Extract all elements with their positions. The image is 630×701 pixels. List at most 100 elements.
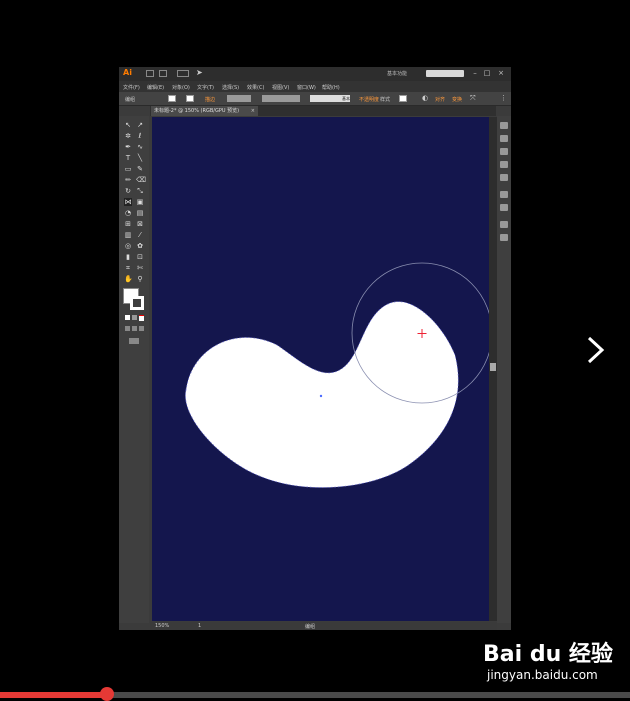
stroke-panel-icon[interactable] — [500, 191, 508, 198]
variable-width-profile[interactable] — [262, 95, 300, 102]
menu-edit[interactable]: 编辑(E) — [147, 84, 164, 91]
screen-mode-icon[interactable] — [129, 338, 139, 344]
menu-file[interactable]: 文件(F) — [123, 84, 140, 91]
mesh-tool-icon[interactable]: ⊠ — [136, 220, 144, 228]
magic-wand-tool-icon[interactable]: ✲ — [124, 132, 132, 140]
baidu-jingyan-watermark: Bai du 经验 jingyan.baidu.com — [483, 628, 623, 688]
opacity-label[interactable]: 不透明度 — [359, 96, 379, 103]
control-bar: 编组 描边 基本 不透明度 样式 ◐ 对齐 变换 ⤧ ⋮ — [119, 92, 511, 106]
eyedropper-tool-icon[interactable]: ⁄ — [136, 231, 144, 239]
pencil-tool-icon[interactable]: ✏ — [124, 176, 132, 184]
swatches-panel-icon[interactable] — [500, 148, 508, 155]
zoom-tool-icon[interactable]: ⚲ — [136, 275, 144, 283]
panel-dock — [497, 116, 511, 623]
artboards-panel-icon[interactable] — [500, 234, 508, 241]
center-point[interactable] — [319, 394, 323, 398]
curvature-tool-icon[interactable]: ∿ — [136, 143, 144, 151]
gpu-performance-icon[interactable]: ➤ — [196, 68, 203, 77]
artboard-canvas[interactable] — [152, 117, 489, 621]
close-tab-icon[interactable]: × — [251, 106, 255, 116]
column-graph-tool-icon[interactable]: ▮ — [124, 253, 132, 261]
eraser-tool-icon[interactable]: ⌫ — [136, 176, 146, 184]
selection-tool-icon[interactable]: ↖ — [124, 121, 132, 129]
line-tool-icon[interactable]: ╲ — [136, 154, 144, 162]
stroke-label[interactable]: 描边 — [205, 96, 215, 103]
paintbrush-tool-icon[interactable]: ✎ — [136, 165, 144, 173]
isolate-group-icon[interactable]: ⤧ — [470, 94, 476, 103]
blend-tool-icon[interactable]: ◎ — [124, 242, 132, 250]
perspective-grid-tool-icon[interactable]: ⊞ — [124, 220, 132, 228]
color-panel-icon[interactable] — [500, 135, 508, 142]
brushes-panel-icon[interactable] — [500, 161, 508, 168]
zoom-level[interactable]: 150% — [155, 623, 169, 629]
vertical-scroll-thumb[interactable] — [490, 363, 496, 371]
status-bar: 150% 1 编组 — [150, 622, 497, 630]
artboard-tool-icon[interactable]: ⊡ — [136, 253, 144, 261]
transform-label[interactable]: 变换 — [452, 96, 462, 103]
stroke-swatch[interactable] — [186, 95, 194, 102]
none-mode-icon[interactable] — [139, 315, 144, 321]
align-label[interactable]: 对齐 — [435, 96, 445, 103]
gradient-tool-icon[interactable]: ▥ — [124, 231, 132, 239]
free-transform-tool-icon[interactable]: ▣ — [136, 198, 144, 206]
close-button[interactable]: × — [496, 68, 506, 78]
artboard-number[interactable]: 1 — [198, 623, 201, 629]
brush-style-label: 基本 — [342, 96, 350, 101]
maximize-button[interactable]: □ — [482, 68, 492, 78]
draw-behind-icon[interactable] — [132, 326, 137, 331]
menu-view[interactable]: 视图(V) — [272, 84, 289, 91]
width-tool-icon[interactable]: ⋈ — [124, 198, 132, 206]
artwork — [185, 262, 489, 488]
symbol-sprayer-tool-icon[interactable]: ✿ — [136, 242, 144, 250]
app-logo: Ai — [123, 68, 132, 77]
bridge-icon[interactable] — [146, 70, 154, 77]
document-tab-title: 未标题-2* @ 150% (RGB/GPU 预览) — [154, 108, 240, 114]
fill-swatch[interactable] — [168, 95, 176, 102]
hand-tool-icon[interactable]: ✋ — [124, 275, 133, 283]
video-progress-knob[interactable] — [100, 687, 115, 701]
recolor-artwork-icon[interactable]: ◐ — [422, 94, 428, 102]
workspace-switcher[interactable]: 基本功能 — [387, 70, 407, 77]
shape-builder-tool-icon[interactable]: ◔ — [124, 209, 132, 217]
symbols-panel-icon[interactable] — [500, 174, 508, 181]
color-mode-icon[interactable] — [125, 315, 130, 320]
chevron-right-icon[interactable] — [584, 335, 608, 365]
knife-tool-icon[interactable]: ✄ — [136, 264, 144, 272]
panel-menu-icon[interactable]: ⋮ — [500, 94, 507, 102]
menu-effect[interactable]: 效果(C) — [247, 84, 264, 91]
rotate-tool-icon[interactable]: ↻ — [124, 187, 132, 195]
layers-panel-icon[interactable] — [500, 221, 508, 228]
stock-icon[interactable] — [159, 70, 167, 77]
pen-tool-icon[interactable]: ✒ — [124, 143, 132, 151]
slice-tool-icon[interactable]: ⌗ — [124, 264, 132, 272]
baidu-logo: Bai du 经验 — [483, 642, 613, 667]
minimize-button[interactable]: – — [470, 68, 480, 78]
direct-selection-tool-icon[interactable]: ↗ — [136, 121, 144, 129]
graphic-style-swatch[interactable] — [399, 95, 407, 102]
gradient-mode-icon[interactable] — [132, 315, 137, 320]
help-search-input[interactable] — [426, 70, 464, 77]
vertical-scrollbar[interactable] — [489, 117, 497, 621]
style-label: 样式 — [380, 97, 391, 103]
menu-select[interactable]: 选择(S) — [222, 84, 239, 91]
menu-type[interactable]: 文字(T) — [197, 84, 214, 91]
document-tab[interactable]: 未标题-2* @ 150% (RGB/GPU 预览) × — [151, 106, 258, 116]
properties-panel-icon[interactable] — [500, 122, 508, 129]
rectangle-tool-icon[interactable]: ▭ — [124, 165, 132, 173]
stroke-weight-field[interactable] — [227, 95, 251, 102]
live-paint-tool-icon[interactable]: ▤ — [136, 209, 144, 217]
illustrator-window: Ai ➤ 基本功能 – □ × 文件(F) 编辑(E) 对象(O) 文字(T) … — [119, 67, 511, 630]
draw-normal-icon[interactable] — [125, 326, 130, 331]
type-tool-icon[interactable]: T — [124, 154, 132, 162]
video-progress-bar[interactable] — [0, 687, 630, 701]
menu-object[interactable]: 对象(O) — [172, 84, 190, 91]
bean-shape[interactable] — [185, 301, 459, 488]
draw-inside-icon[interactable] — [139, 326, 144, 331]
stroke-color-swatch[interactable] — [130, 296, 144, 310]
arrange-documents-icon[interactable] — [177, 70, 189, 77]
transparency-panel-icon[interactable] — [500, 204, 508, 211]
menu-window[interactable]: 窗口(W) — [297, 84, 316, 91]
scale-tool-icon[interactable]: ⤡ — [136, 187, 144, 195]
lasso-tool-icon[interactable]: ℓ — [136, 132, 144, 140]
menu-help[interactable]: 帮助(H) — [322, 84, 340, 91]
